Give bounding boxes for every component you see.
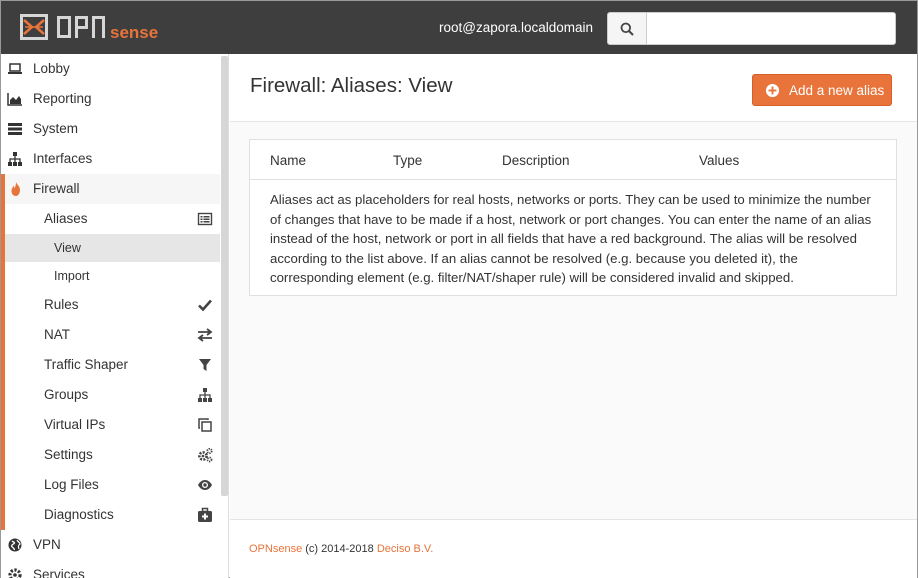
- globe-icon: [8, 538, 22, 552]
- filter-icon: [199, 359, 211, 371]
- sidebar: Lobby Reporting System Interfaces Firewa…: [1, 54, 229, 578]
- sidebar-item-interfaces[interactable]: Interfaces: [1, 144, 220, 174]
- medkit-icon: [198, 507, 212, 522]
- search-input[interactable]: [646, 12, 896, 45]
- opnsense-logo[interactable]: sense: [19, 11, 174, 43]
- sidebar-item-aliases[interactable]: Aliases: [1, 204, 220, 234]
- sidebar-item-diagnostics[interactable]: Diagnostics: [1, 500, 220, 530]
- sidebar-item-traffic-shaper[interactable]: Traffic Shaper: [1, 350, 220, 380]
- sidebar-item-aliases-import[interactable]: Import: [1, 262, 220, 290]
- add-alias-label: Add a new alias: [789, 83, 885, 98]
- aliases-table-panel: Name Type Description Values Aliases act…: [249, 139, 897, 296]
- sidebar-item-nat[interactable]: NAT: [1, 320, 220, 350]
- plus-circle-icon: [765, 83, 780, 98]
- sidebar-item-label: NAT: [44, 327, 70, 342]
- sidebar-item-label: Lobby: [33, 61, 70, 76]
- sidebar-item-label: Rules: [44, 297, 79, 312]
- search-icon: [620, 22, 634, 36]
- user-menu-link[interactable]: root@zapora.localdomain: [439, 20, 593, 35]
- footer-copyright: (c) 2014-2018: [305, 543, 374, 555]
- sidebar-item-services[interactable]: Services: [1, 560, 220, 578]
- list-alt-icon: [197, 212, 213, 226]
- clone-icon: [198, 418, 212, 432]
- sitemap-icon: [8, 152, 22, 166]
- sidebar-item-label: Traffic Shaper: [44, 357, 129, 372]
- top-navbar: sense root@zapora.localdomain: [1, 1, 917, 54]
- sidebar-item-log-files[interactable]: Log Files: [1, 470, 220, 500]
- sidebar-item-label: Settings: [44, 447, 93, 462]
- aliases-help-text: Aliases act as placeholders for real hos…: [270, 192, 872, 285]
- sidebar-item-vpn[interactable]: VPN: [1, 530, 220, 560]
- cog-icon: [8, 568, 22, 578]
- column-header-description[interactable]: Description: [502, 153, 570, 168]
- server-icon: [8, 123, 22, 135]
- sitemap-icon: [198, 388, 212, 402]
- eye-icon: [198, 480, 212, 490]
- column-header-values[interactable]: Values: [699, 153, 739, 168]
- footer-company-link[interactable]: Deciso B.V.: [377, 543, 433, 555]
- check-icon: [198, 299, 212, 312]
- sidebar-item-label: Reporting: [33, 91, 92, 106]
- svg-text:sense: sense: [110, 23, 158, 42]
- sidebar-item-label: VPN: [33, 537, 61, 552]
- sidebar-item-lobby[interactable]: Lobby: [1, 54, 220, 84]
- sidebar-item-label: Virtual IPs: [44, 417, 106, 432]
- area-chart-icon: [7, 93, 22, 106]
- sidebar-item-firewall[interactable]: Firewall: [1, 174, 220, 204]
- sidebar-item-settings[interactable]: Settings: [1, 440, 220, 470]
- cogs-icon: [198, 447, 213, 463]
- search-button[interactable]: [607, 12, 647, 45]
- sidebar-item-label: View: [54, 241, 81, 255]
- column-header-type[interactable]: Type: [393, 153, 422, 168]
- laptop-icon: [8, 63, 22, 74]
- fire-icon: [11, 182, 20, 196]
- sidebar-item-aliases-view[interactable]: View: [1, 234, 220, 262]
- footer-brand-link[interactable]: OPNsense: [249, 543, 302, 555]
- sidebar-item-label: Groups: [44, 387, 89, 402]
- sidebar-item-label: Interfaces: [33, 151, 93, 166]
- sidebar-item-rules[interactable]: Rules: [1, 290, 220, 320]
- sidebar-item-reporting[interactable]: Reporting: [1, 84, 220, 114]
- sidebar-item-label: Import: [54, 269, 90, 283]
- sidebar-item-label: Firewall: [33, 181, 80, 196]
- column-header-name[interactable]: Name: [270, 153, 306, 168]
- page-title: Firewall: Aliases: View: [250, 74, 453, 97]
- sidebar-item-virtual-ips[interactable]: Virtual IPs: [1, 410, 220, 440]
- sidebar-item-label: Log Files: [44, 477, 99, 492]
- footer-text: OPNsense (c) 2014-2018 Deciso B.V.: [249, 543, 433, 555]
- sidebar-item-label: Services: [33, 567, 85, 578]
- sidebar-item-groups[interactable]: Groups: [1, 380, 220, 410]
- exchange-icon: [197, 328, 213, 342]
- sidebar-scrollbar[interactable]: [221, 56, 228, 496]
- sidebar-item-label: Diagnostics: [44, 507, 114, 522]
- sidebar-item-system[interactable]: System: [1, 114, 220, 144]
- add-alias-button[interactable]: Add a new alias: [752, 74, 892, 106]
- sidebar-item-label: Aliases: [44, 211, 88, 226]
- footer: OPNsense (c) 2014-2018 Deciso B.V.: [230, 519, 917, 578]
- table-header-divider: [250, 179, 896, 180]
- sidebar-item-label: System: [33, 121, 79, 136]
